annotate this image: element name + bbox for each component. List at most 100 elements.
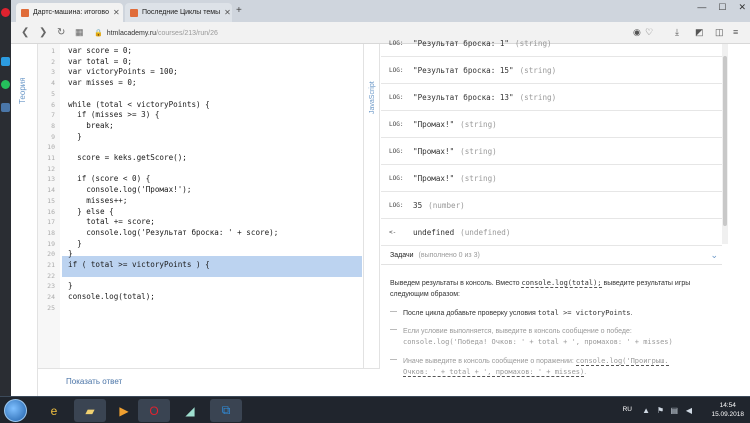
line-number: 15 (47, 196, 55, 205)
show-answer-bar: Показать ответ (38, 368, 380, 396)
code-line[interactable]: } else { (68, 207, 114, 218)
tab-bar: Дартс-машина: итогово ✕ Последние Циклы … (11, 0, 750, 22)
speed-dial-icon[interactable]: ▦ (75, 27, 84, 38)
console-tag: LOG: (389, 93, 404, 101)
code-line[interactable]: console.log('Промах!'); (68, 185, 191, 196)
back-icon[interactable]: ❮ (21, 27, 29, 38)
line-number: 22 (47, 271, 55, 280)
line-number: 13 (47, 175, 55, 184)
console-type: (string) (519, 65, 557, 75)
task-2: Если условие выполняется, выведите в кон… (403, 326, 715, 348)
url-host: htmlacademy.ru (106, 29, 156, 37)
console-row: LOG: "Промах!" (string) (381, 111, 722, 138)
code-line[interactable]: } (68, 239, 82, 250)
code-line[interactable]: total += score; (68, 217, 155, 228)
ie-icon[interactable]: e (38, 399, 70, 422)
code-line[interactable]: while (total < victoryPoints) { (68, 100, 210, 111)
console-row: LOG: "Промах!" (string) (381, 138, 722, 165)
intro-text: выведите результаты (603, 280, 673, 287)
forward-icon[interactable]: ❯ (39, 27, 47, 38)
close-tab-icon[interactable]: ✕ (224, 8, 231, 17)
scrollbar-thumb[interactable] (723, 56, 727, 226)
media-player-icon[interactable]: ▶ (108, 399, 140, 422)
code-line[interactable]: var score = 0; (68, 46, 132, 57)
tray-expand-icon[interactable]: ▲ (642, 406, 650, 415)
code-line[interactable]: if (score < 0) { (68, 174, 150, 185)
collapse-chevron-icon[interactable]: ⌄ (710, 250, 718, 261)
code-line[interactable]: score = keks.getScore(); (68, 153, 187, 164)
flag-icon[interactable]: ⚑ (657, 406, 664, 415)
code-line[interactable]: var misses = 0; (68, 78, 137, 89)
code-line[interactable]: } (68, 281, 73, 292)
task-code: console.log('Победа! Очков: ' + total + … (403, 338, 673, 346)
console-value: "Результат броска: 13" (413, 92, 514, 102)
opera-logo-icon[interactable] (1, 8, 10, 17)
volume-icon[interactable]: ◀ (686, 406, 692, 415)
tasks-count: (выполнено 0 из 3) (418, 252, 480, 259)
menu-icon[interactable]: ≡ (733, 27, 738, 37)
reload-icon[interactable]: ↻ (57, 27, 65, 38)
code-line[interactable]: var victoryPoints = 100; (68, 67, 178, 78)
lock-icon: 🔒 (94, 30, 103, 37)
line-number: 11 (47, 154, 55, 162)
tasks-header[interactable]: Задачи (выполнено 0 из 3) ⌄ (381, 247, 722, 265)
task-text: После цикла добавьте проверку условия (403, 310, 536, 317)
task-text: . (584, 369, 587, 376)
app-icon[interactable]: ◢ (174, 399, 206, 422)
close-window-button[interactable]: ✕ (738, 2, 746, 13)
intro-text: Выведем результаты в консоль. Вместо (390, 280, 520, 287)
vk-icon[interactable] (1, 103, 10, 112)
htmlacademy-favicon-icon (21, 8, 29, 17)
task-text: Если условие выполняется, выведите в кон… (403, 328, 632, 335)
task-text: Иначе выведите в консоль сообщение о пор… (403, 358, 574, 365)
line-number: 10 (47, 143, 55, 152)
language-indicator[interactable]: RU (623, 406, 632, 413)
system-clock[interactable]: 14:54 15.09.2018 (711, 401, 744, 419)
explorer-icon[interactable]: ▰ (74, 399, 106, 422)
code-line[interactable]: } (68, 132, 82, 143)
console-row: LOG: "Результат броска: 15" (string) (381, 57, 722, 84)
opera-taskbar-icon[interactable]: O (138, 399, 170, 422)
tab-cycles[interactable]: Последние Циклы темы ✕ (125, 3, 232, 22)
line-number: 24 (47, 293, 55, 302)
whatsapp-icon[interactable] (1, 80, 10, 89)
code-line[interactable]: console.log('Результат броска: ' + score… (68, 228, 278, 239)
js-tab[interactable]: JavaScript (363, 44, 380, 368)
clock-date: 15.09.2018 (711, 411, 744, 418)
task-text: . (630, 310, 633, 317)
console-value: "Промах!" (413, 146, 455, 156)
windows-taskbar: e ▰ ▶ O ◢ ⧉ RU ▲ ⚑ ▤ ◀ 14:54 15.09.2018 (0, 396, 750, 423)
code-line[interactable]: misses++; (68, 196, 127, 207)
close-tab-icon[interactable]: ✕ (113, 8, 120, 17)
code-line[interactable]: console.log(total); (68, 292, 155, 303)
minimize-button[interactable]: — (697, 2, 706, 13)
console-scrollbar[interactable] (722, 44, 728, 244)
show-answer-button[interactable]: Показать ответ (66, 377, 122, 386)
code-line[interactable]: if ( total >= victoryPoints ) { (68, 260, 210, 271)
tab-dartmachine[interactable]: Дартс-машина: итогово ✕ (16, 3, 123, 22)
maximize-button[interactable]: ☐ (718, 2, 726, 13)
line-number: 2 (51, 57, 55, 66)
network-icon[interactable]: ▤ (670, 406, 678, 415)
js-label: JavaScript (369, 81, 376, 114)
console-type: (string) (515, 38, 552, 48)
code-line[interactable]: var total = 0; (68, 57, 132, 68)
console-type: (string) (460, 173, 497, 183)
start-button[interactable] (4, 399, 27, 422)
line-number: 19 (47, 239, 55, 248)
code-line[interactable]: } (68, 249, 73, 260)
console-value: "Промах!" (413, 173, 455, 183)
task-code: total >= victoryPoints (537, 309, 631, 317)
clock-time: 14:54 (719, 402, 736, 409)
messenger-icon[interactable] (1, 57, 10, 66)
task-bullet: — (390, 356, 397, 363)
console-tag: LOG: (389, 66, 404, 74)
code-line[interactable]: if (misses >= 3) { (68, 110, 159, 121)
new-tab-button[interactable]: + (236, 5, 242, 16)
vscode-icon[interactable]: ⧉ (210, 399, 242, 422)
theory-panel-toggle[interactable]: Теория (11, 44, 38, 396)
line-number: 8 (51, 121, 55, 130)
code-line[interactable]: break; (68, 121, 113, 132)
console-tag: LOG: (389, 201, 404, 209)
browser-sidebar (0, 0, 11, 396)
